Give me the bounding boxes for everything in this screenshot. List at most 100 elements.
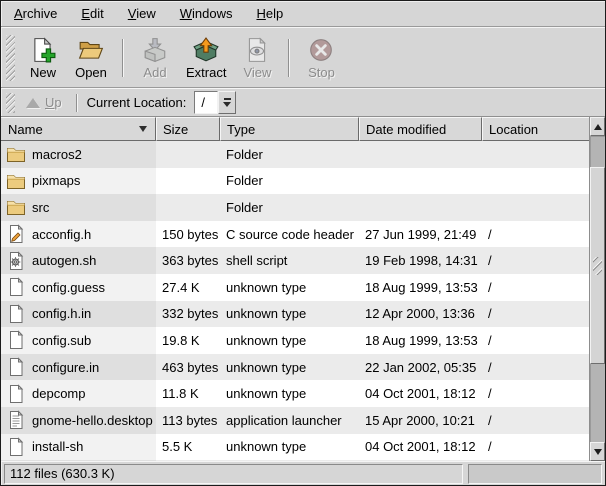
file-name-cell: src: [1, 194, 156, 221]
column-header-size-label: Size: [163, 122, 188, 137]
column-header-name[interactable]: Name: [1, 117, 156, 141]
view-file-icon: [244, 37, 270, 63]
table-row[interactable]: install-sh5.5 Kunknown type04 Oct 2001, …: [1, 434, 589, 461]
menu-view[interactable]: View: [119, 2, 165, 25]
file-name-cell: [1, 460, 156, 461]
file-size: [156, 141, 220, 168]
table-row[interactable]: autogen.sh363 bytesshell script19 Feb 19…: [1, 247, 589, 274]
file-date-modified: [359, 460, 482, 461]
location-combo-dropdown-button[interactable]: [218, 91, 236, 114]
file-date-modified: 12 Apr 2000, 13:36: [359, 301, 482, 328]
table-row[interactable]: config.h.in332 bytesunknown type12 Apr 2…: [1, 301, 589, 328]
file-name: depcomp: [32, 386, 85, 401]
column-header-type[interactable]: Type: [220, 117, 359, 141]
extract-button-label: Extract: [186, 66, 226, 79]
shell-script-icon: [6, 251, 26, 271]
menu-windows[interactable]: Windows: [171, 2, 242, 25]
add-button[interactable]: Add: [131, 33, 179, 82]
file-name: macros2: [32, 147, 82, 162]
column-header-row: Name Size Type Date modified Location: [1, 117, 589, 141]
file-name-cell: config.sub: [1, 327, 156, 354]
file-type: unknown type: [220, 380, 359, 407]
toolbar: New Open Add Extract View Stop: [1, 27, 605, 88]
scrollbar-trough[interactable]: [590, 136, 605, 442]
location-combo-entry[interactable]: /: [194, 91, 218, 114]
table-row[interactable]: srcFolder: [1, 194, 589, 221]
file-size: 363 bytes: [156, 247, 220, 274]
table-row[interactable]: pixmapsFolder: [1, 168, 589, 195]
file-location: /: [482, 247, 589, 274]
status-bar: 112 files (630.3 K): [1, 461, 605, 485]
application-launcher-icon: [6, 410, 26, 430]
file-location: [482, 460, 589, 461]
menu-edit[interactable]: Edit: [72, 2, 112, 25]
add-files-icon: [142, 37, 168, 63]
table-row[interactable]: gnome-hello.desktop113 bytesapplication …: [1, 407, 589, 434]
file-name: config.h.in: [32, 306, 91, 321]
add-button-label: Add: [143, 66, 166, 79]
file-type: unknown type: [220, 327, 359, 354]
menu-bar: Archive Edit View Windows Help: [1, 1, 605, 27]
open-button[interactable]: Open: [67, 33, 115, 82]
file-name: install-sh: [32, 439, 83, 454]
file-location: [482, 194, 589, 221]
table-row[interactable]: macros2 Folder: [1, 141, 589, 168]
file-date-modified: [359, 168, 482, 195]
scrollbar-thumb[interactable]: [590, 167, 605, 364]
document-icon: [6, 357, 26, 377]
menu-archive[interactable]: Archive: [5, 2, 66, 25]
file-type: application launcher: [220, 407, 359, 434]
file-size: 19.8 K: [156, 327, 220, 354]
file-location: /: [482, 301, 589, 328]
file-name: config.guess: [32, 280, 105, 295]
up-button[interactable]: Up: [19, 93, 69, 112]
scrollbar-down-button[interactable]: [590, 442, 605, 461]
scrollbar-up-button[interactable]: [590, 117, 605, 136]
sort-descending-icon: [139, 126, 147, 132]
open-button-label: Open: [75, 66, 107, 79]
column-header-location-label: Location: [489, 122, 538, 137]
toolbar-drag-handle[interactable]: [6, 35, 15, 81]
extract-button[interactable]: Extract: [179, 33, 233, 82]
combo-indicator-icon: [224, 98, 231, 100]
file-type: C source code header: [220, 221, 359, 248]
table-row[interactable]: configure.in463 bytesunknown type22 Jan …: [1, 354, 589, 381]
file-name: config.sub: [32, 333, 91, 348]
file-name-cell: macros2: [1, 141, 156, 168]
archive-manager-window: Archive Edit View Windows Help New Open …: [0, 0, 606, 486]
column-header-size[interactable]: Size: [156, 117, 220, 141]
table-row[interactable]: depcomp11.8 Kunknown type04 Oct 2001, 18…: [1, 380, 589, 407]
file-name-cell: pixmaps: [1, 168, 156, 195]
table-row-partial[interactable]: [1, 460, 589, 461]
column-header-type-label: Type: [227, 122, 255, 137]
stop-button[interactable]: Stop: [297, 33, 345, 82]
view-button[interactable]: View: [233, 33, 281, 82]
menu-help[interactable]: Help: [247, 2, 292, 25]
file-list: Name Size Type Date modified Location ma…: [1, 117, 605, 461]
location-combo: /: [194, 91, 236, 114]
table-row[interactable]: config.sub19.8 Kunknown type18 Aug 1999,…: [1, 327, 589, 354]
file-date-modified: [359, 141, 482, 168]
file-date-modified: 04 Oct 2001, 18:12: [359, 380, 482, 407]
scroll-down-icon: [594, 449, 602, 455]
column-header-location[interactable]: Location: [482, 117, 589, 141]
column-header-date-modified[interactable]: Date modified: [359, 117, 482, 141]
stop-icon: [308, 37, 334, 63]
table-row[interactable]: config.guess27.4 Kunknown type18 Aug 199…: [1, 274, 589, 301]
file-name: autogen.sh: [32, 253, 96, 268]
file-location: /: [482, 221, 589, 248]
new-button[interactable]: New: [19, 33, 67, 82]
file-type: Folder: [220, 141, 359, 168]
table-row[interactable]: acconfig.h150 bytesC source code header2…: [1, 221, 589, 248]
file-location: /: [482, 327, 589, 354]
file-size: 332 bytes: [156, 301, 220, 328]
file-size: 27.4 K: [156, 274, 220, 301]
scroll-up-icon: [594, 124, 602, 130]
location-bar-drag-handle[interactable]: [6, 93, 15, 113]
file-name-cell: install-sh: [1, 434, 156, 461]
file-size: 113 bytes: [156, 407, 220, 434]
file-date-modified: 18 Aug 1999, 13:53: [359, 274, 482, 301]
file-date-modified: 04 Oct 2001, 18:12: [359, 434, 482, 461]
location-bar: Up Current Location: /: [1, 88, 605, 117]
file-type: shell script: [220, 247, 359, 274]
